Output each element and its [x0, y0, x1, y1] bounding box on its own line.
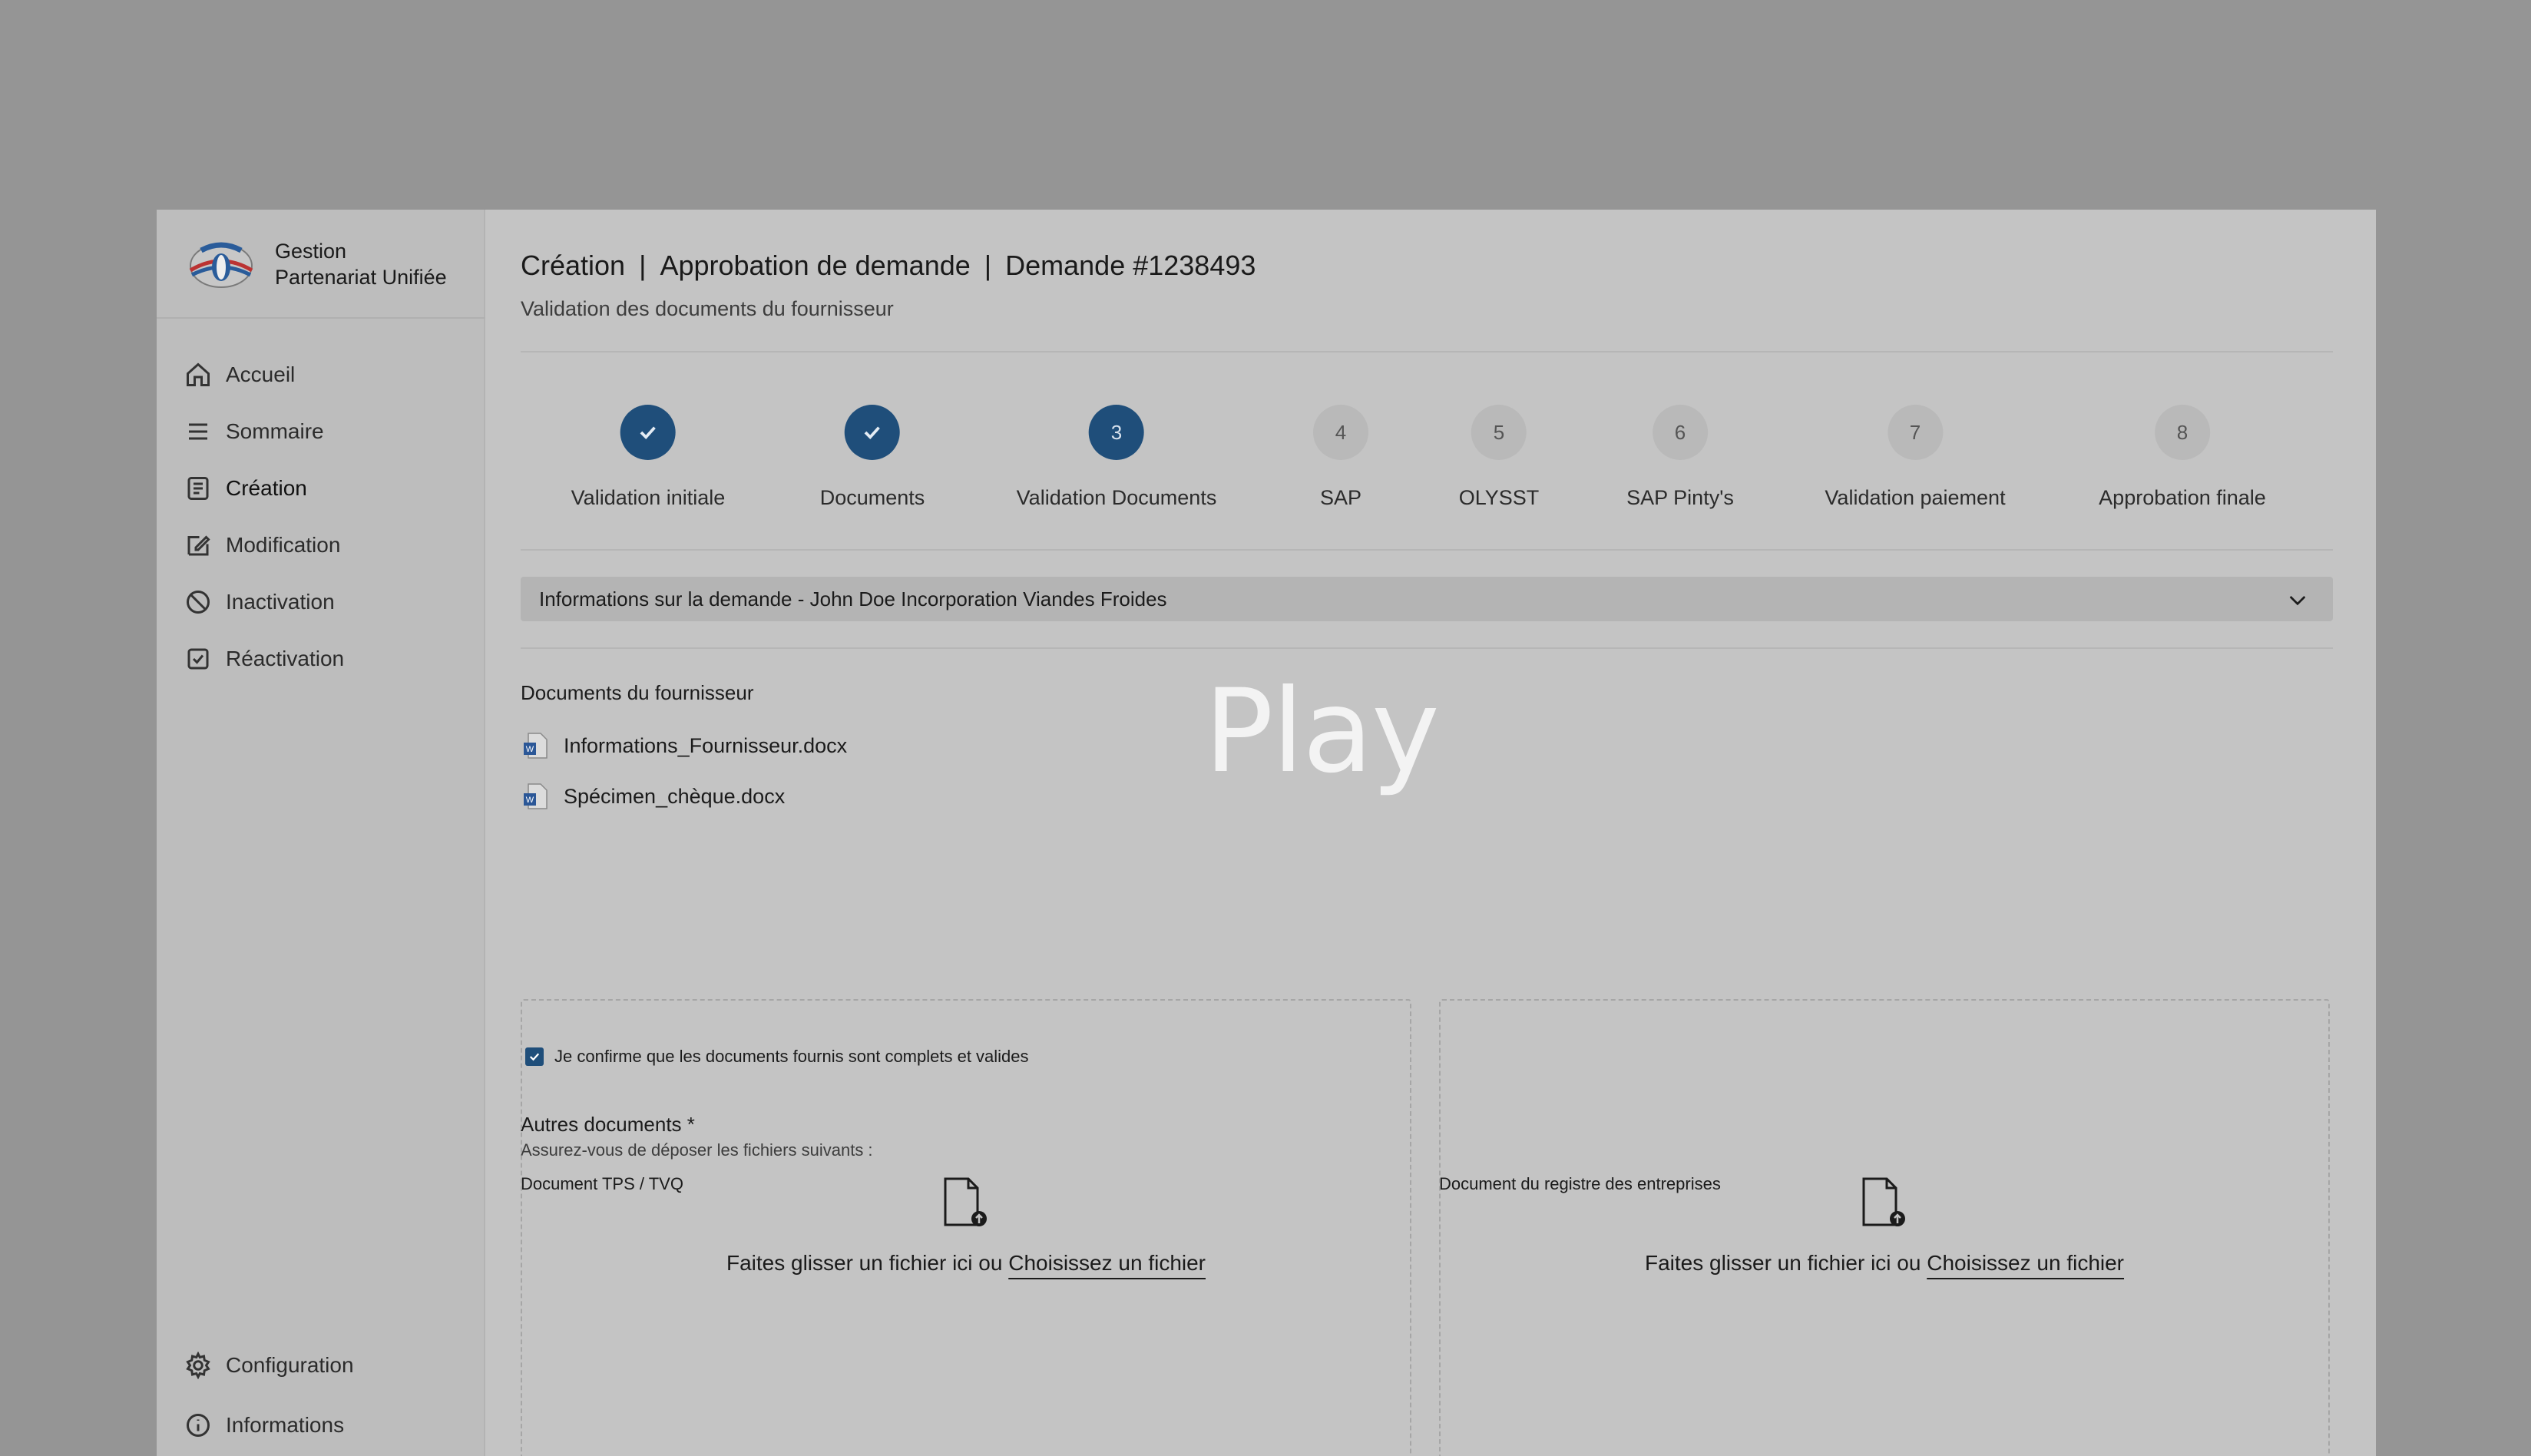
check-square-icon: [187, 648, 209, 670]
divider: [157, 317, 485, 319]
sidebar-item-label: Réactivation: [226, 647, 345, 670]
dropzone-registre[interactable]: Faites glisser un fichier ici ou Choisis…: [1439, 999, 2330, 1456]
step-sap-pintys[interactable]: 6 SAP Pinty's: [1626, 405, 1734, 510]
file-item[interactable]: W Spécimen_chèque.docx: [521, 781, 785, 812]
step-number-circle: 8: [2154, 405, 2210, 460]
brand-name: Gestion Partenariat Unifiée: [275, 238, 447, 290]
gear-icon: [186, 1352, 210, 1379]
ban-icon: [187, 591, 210, 614]
sidebar-item-reactivation[interactable]: Réactivation: [184, 640, 461, 678]
sidebar-item-label: Création: [226, 476, 307, 500]
dropzone-tps-tvq[interactable]: Faites glisser un fichier ici ou Choisis…: [521, 999, 1411, 1456]
file-name: Informations_Fournisseur.docx: [564, 733, 848, 757]
sidebar-item-label: Modification: [226, 533, 341, 557]
chevron-down-icon[interactable]: [2285, 587, 2310, 612]
step-validation-initiale[interactable]: Validation initiale: [571, 405, 726, 510]
choose-file-link[interactable]: Choisissez un fichier: [1927, 1251, 2124, 1275]
step-label: Validation initiale: [571, 486, 726, 509]
check-icon: [864, 426, 881, 439]
brand[interactable]: Gestion Partenariat Unifiée: [184, 233, 476, 296]
word-document-icon: W: [524, 783, 548, 809]
step-number-circle: 7: [1887, 405, 1943, 460]
file-name: Spécimen_chèque.docx: [564, 784, 786, 808]
main-content: Création | Approbation de demande | Demande …: [521, 210, 2376, 1456]
step-label: Validation Documents: [1016, 486, 1217, 509]
page-title: Création | Approbation de demande | Demande …: [521, 250, 1269, 282]
sidebar-item-modification[interactable]: Modification: [184, 526, 461, 564]
page-subtitle: Validation des documents du fournisseur: [521, 297, 894, 320]
sidebar-item-sommaire[interactable]: Sommaire: [184, 412, 461, 451]
sidebar-item-label: Sommaire: [226, 419, 324, 443]
step-label: SAP Pinty's: [1626, 486, 1734, 509]
document-icon: [187, 477, 209, 500]
word-document-icon: W: [524, 733, 548, 759]
divider: [521, 647, 2333, 649]
file-upload-icon: [1862, 1177, 1905, 1226]
svg-text:W: W: [526, 745, 534, 754]
play-overlay[interactable]: Play: [1204, 665, 1440, 799]
step-number-circle: 5: [1471, 405, 1527, 460]
step-label: Approbation finale: [2099, 486, 2266, 509]
step-documents[interactable]: Documents: [820, 405, 925, 510]
accordion-title: Informations sur la demande - John Doe I…: [539, 587, 1167, 611]
breadcrumb-approbation: Approbation de demande: [660, 250, 971, 281]
brand-line-2: Partenariat Unifiée: [275, 266, 447, 289]
sidebar-item-accueil[interactable]: Accueil: [184, 356, 461, 394]
sidebar-item-label: Inactivation: [226, 590, 335, 614]
divider: [521, 351, 2333, 352]
breadcrumb-separator: |: [639, 250, 647, 281]
breadcrumb-creation[interactable]: Création: [521, 250, 625, 281]
request-number: Demande #1238493: [1005, 250, 1256, 281]
file-item[interactable]: W Informations_Fournisseur.docx: [521, 730, 847, 761]
step-current-circle: 3: [1088, 405, 1144, 460]
home-icon: [187, 362, 210, 386]
divider: [521, 549, 2333, 551]
step-label: SAP: [1319, 486, 1362, 509]
choose-file-link[interactable]: Choisissez un fichier: [1008, 1251, 1206, 1275]
check-icon: [640, 426, 657, 439]
breadcrumb-separator: |: [984, 250, 992, 281]
info-icon: [187, 1414, 210, 1437]
sidebar-item-creation[interactable]: Création: [184, 469, 461, 508]
sidebar-item-label: Accueil: [226, 362, 296, 386]
step-complete-circle: [845, 405, 900, 460]
step-sap[interactable]: 4 SAP: [1313, 405, 1368, 510]
sidebar-item-label: Informations: [226, 1413, 345, 1437]
olympic-logo-icon: [189, 242, 253, 288]
step-label: Documents: [819, 486, 925, 509]
step-label: Validation paiement: [1825, 486, 2006, 509]
sidebar-item-inactivation[interactable]: Inactivation: [184, 583, 461, 621]
svg-text:W: W: [526, 796, 534, 805]
step-approbation-finale[interactable]: 8 Approbation finale: [2099, 405, 2266, 510]
app-window: Gestion Partenariat Unifiée Accueil Somm…: [157, 210, 2376, 1456]
step-number-circle: 6: [1652, 405, 1708, 460]
step-label: OLYSST: [1458, 486, 1540, 509]
supplier-documents-title: Documents du fournisseur: [521, 681, 754, 704]
dropzone-text: Faites glisser un fichier ici ou: [726, 1251, 1003, 1275]
sidebar-item-label: Configuration: [226, 1353, 354, 1377]
edit-icon: [187, 535, 210, 556]
step-validation-paiement[interactable]: 7 Validation paiement: [1825, 405, 2006, 510]
step-complete-circle: [620, 405, 676, 460]
brand-line-1: Gestion: [275, 240, 347, 263]
step-number-circle: 4: [1313, 405, 1368, 460]
step-olysst[interactable]: 5 OLYSST: [1458, 405, 1540, 510]
request-info-accordion[interactable]: Informations sur la demande - John Doe I…: [521, 577, 2333, 621]
step-validation-documents[interactable]: 3 Validation Documents: [1016, 405, 1217, 510]
sidebar: Gestion Partenariat Unifiée Accueil Somm…: [157, 210, 485, 1456]
sidebar-item-configuration[interactable]: Configuration: [184, 1346, 461, 1385]
sidebar-item-informations[interactable]: Informations: [184, 1406, 461, 1444]
file-upload-icon: [944, 1177, 987, 1226]
list-icon: [189, 423, 207, 440]
dropzone-text: Faites glisser un fichier ici ou: [1644, 1251, 1921, 1275]
